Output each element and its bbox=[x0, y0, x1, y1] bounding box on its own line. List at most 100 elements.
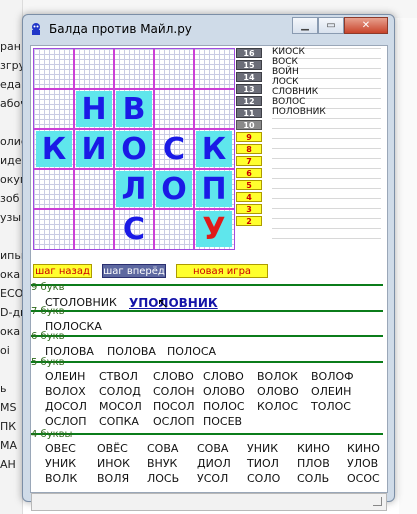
word-item[interactable]: ДИОЛ bbox=[197, 457, 231, 470]
word-item[interactable]: УЛОВ bbox=[347, 457, 378, 470]
board-cell[interactable]: У bbox=[196, 211, 232, 247]
mouse-cursor-icon: ↖ bbox=[157, 296, 169, 312]
game-board[interactable]: НВКИОСКЛОПСУ bbox=[33, 48, 235, 250]
word-item[interactable]: ТОЛОС bbox=[311, 400, 351, 413]
board-cell[interactable]: П bbox=[196, 171, 232, 207]
word-item[interactable]: МОСОЛ bbox=[99, 400, 142, 413]
word-item[interactable]: ИНОК bbox=[97, 457, 130, 470]
word-item[interactable]: ОЛЕИН bbox=[311, 385, 351, 398]
score-cell: 9 bbox=[236, 132, 262, 142]
word-item[interactable]: ПОЛОС bbox=[203, 400, 245, 413]
score-cell: 10 bbox=[236, 120, 262, 130]
desktop-item: узы bbox=[0, 211, 22, 224]
desktop-item: ь bbox=[0, 382, 7, 395]
word-item[interactable]: ОСОС bbox=[347, 472, 380, 485]
word-item[interactable]: ВОЛОХ bbox=[45, 385, 86, 398]
word-item[interactable]: ПОЛОСА bbox=[167, 345, 216, 358]
close-icon: ✕ bbox=[361, 20, 371, 31]
resize-grip-icon[interactable] bbox=[373, 497, 382, 506]
word-item[interactable]: СОВА bbox=[147, 442, 178, 455]
desktop-item: oi bbox=[0, 344, 10, 357]
score-cell: 2 bbox=[236, 216, 262, 226]
score-cell: 3 bbox=[236, 204, 262, 214]
score-cell: 16 bbox=[236, 48, 262, 58]
maximize-button[interactable]: ▭ bbox=[318, 17, 344, 34]
word-item[interactable]: СОЛЬ bbox=[297, 472, 329, 485]
word-item[interactable]: ВОЛОФ bbox=[311, 370, 354, 383]
group-divider bbox=[31, 310, 383, 312]
word-item[interactable]: УСОЛ bbox=[197, 472, 228, 485]
word-item[interactable]: ОСЛОП bbox=[153, 415, 195, 428]
word-item[interactable]: ЛОСЬ bbox=[147, 472, 179, 485]
word-item[interactable]: ДОСОЛ bbox=[45, 400, 87, 413]
word-list: 9 букв СТОЛОВНИК УПОЛОВНИК 7 букв ПОЛОСКА 6 б… bbox=[31, 282, 387, 485]
word-item[interactable]: ОВЕС bbox=[45, 442, 76, 455]
minimize-button[interactable]: ▁ bbox=[292, 17, 318, 34]
word-item[interactable]: ПЛОВ bbox=[297, 457, 330, 470]
board-cell[interactable]: О bbox=[156, 171, 192, 207]
window-controls: ▁ ▭ ✕ bbox=[292, 17, 388, 35]
word-item[interactable]: УНИК bbox=[45, 457, 76, 470]
group-heading: 4 буквы bbox=[31, 429, 73, 440]
word-item[interactable]: ТИОЛ bbox=[247, 457, 279, 470]
word-item[interactable]: СОЛОН bbox=[153, 385, 195, 398]
word-item[interactable]: ПОСОЛ bbox=[153, 400, 195, 413]
word-item[interactable]: ВОЛЯ bbox=[97, 472, 129, 485]
score-cell: 15 bbox=[236, 60, 262, 70]
group-heading: 9 букв bbox=[31, 282, 65, 293]
desktop-item: зоб bbox=[0, 192, 20, 205]
word-item[interactable]: ОЛОВО bbox=[257, 385, 299, 398]
word-item[interactable]: КОЛОС bbox=[257, 400, 298, 413]
board-cell[interactable]: О bbox=[116, 131, 152, 167]
group-divider bbox=[31, 335, 383, 337]
board-grid-line bbox=[193, 49, 195, 249]
word-item[interactable]: СЛОВО bbox=[153, 370, 194, 383]
board-cell[interactable]: И bbox=[76, 131, 112, 167]
close-button[interactable]: ✕ bbox=[344, 17, 388, 34]
game-client: НВКИОСКЛОПСУ шаг назад шаг вперёд новая … bbox=[30, 45, 388, 493]
word-item[interactable]: ОВЁС bbox=[97, 442, 128, 455]
word-item[interactable]: СОВА bbox=[197, 442, 228, 455]
step-back-button[interactable]: шаг назад bbox=[33, 264, 92, 278]
word-item[interactable]: СТВОЛ bbox=[99, 370, 138, 383]
word-item[interactable]: ПОЛОВА bbox=[107, 345, 156, 358]
score-cell: 12 bbox=[236, 96, 262, 106]
word-item[interactable]: ВОЛОК bbox=[257, 370, 298, 383]
status-bar bbox=[31, 493, 387, 511]
word-item[interactable]: УНИК bbox=[247, 442, 278, 455]
word-item[interactable]: СОЛО bbox=[247, 472, 280, 485]
word-item[interactable]: КИНО bbox=[297, 442, 330, 455]
desktop-right-strip bbox=[399, 18, 417, 514]
word-item[interactable]: СОПКА bbox=[99, 415, 139, 428]
board-cell[interactable]: Н bbox=[76, 91, 112, 127]
word-item[interactable]: ПОСЕВ bbox=[203, 415, 242, 428]
board-cell[interactable]: В bbox=[116, 91, 152, 127]
word-item[interactable]: СЛОВО bbox=[203, 370, 244, 383]
board-cell[interactable]: Л bbox=[116, 171, 152, 207]
word-item[interactable]: ОЛОВО bbox=[203, 385, 245, 398]
score-cell: 13 bbox=[236, 84, 262, 94]
maximize-icon: ▭ bbox=[326, 20, 336, 31]
board-cell[interactable]: К bbox=[36, 131, 72, 167]
word-item[interactable]: ОСЛОП bbox=[45, 415, 87, 428]
new-game-button[interactable]: новая игра bbox=[176, 264, 268, 278]
group-divider bbox=[31, 284, 383, 286]
history-item[interactable]: ПОЛОВНИК bbox=[272, 108, 381, 118]
board-cell[interactable]: С bbox=[116, 211, 152, 247]
board-grid-line bbox=[34, 88, 234, 90]
word-item[interactable]: ВНУК bbox=[147, 457, 177, 470]
score-cell: 7 bbox=[236, 156, 262, 166]
word-item[interactable]: КИНО bbox=[347, 442, 380, 455]
word-item[interactable]: ОЛЕИН bbox=[45, 370, 85, 383]
word-item[interactable]: СОЛОД bbox=[99, 385, 141, 398]
board-cell[interactable]: С bbox=[156, 131, 192, 167]
title-bar[interactable]: Балда против Майл.ру ▁ ▭ ✕ bbox=[23, 15, 394, 43]
step-forward-button[interactable]: шаг вперёд bbox=[102, 264, 166, 278]
board-cell[interactable]: К bbox=[196, 131, 232, 167]
word-item[interactable]: ВОЛК bbox=[45, 472, 77, 485]
minimize-icon: ▁ bbox=[301, 20, 309, 31]
word-item[interactable]: УПОЛОВНИК bbox=[129, 296, 218, 310]
desktop-item: ран bbox=[0, 40, 21, 53]
balda-app-icon bbox=[32, 23, 40, 35]
score-cell: 4 bbox=[236, 192, 262, 202]
